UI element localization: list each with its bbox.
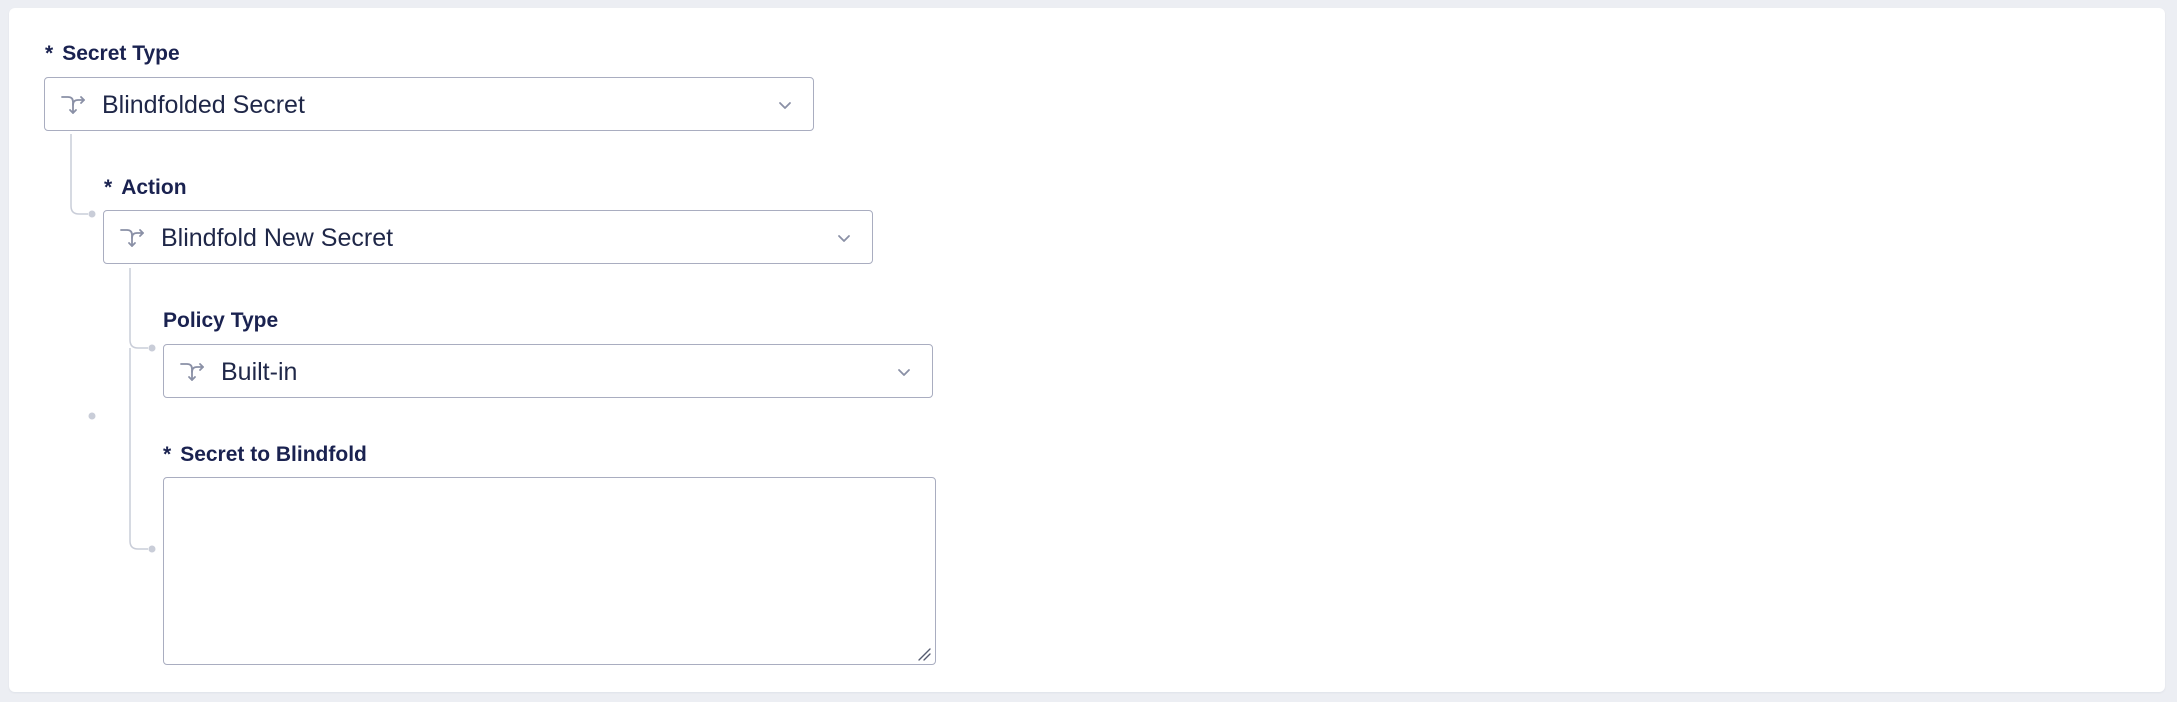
action-label: * Action	[104, 176, 187, 199]
action-select[interactable]: Blindfold New Secret	[103, 210, 873, 264]
required-mark: *	[104, 176, 113, 199]
policy-type-value: Built-in	[221, 358, 298, 386]
shuffle-arrows-icon	[61, 96, 85, 114]
secret-type-label: * Secret Type	[45, 42, 180, 65]
shuffle-arrows-icon	[180, 363, 204, 381]
chevron-down-icon[interactable]	[775, 95, 795, 115]
secret-to-blindfold-label: * Secret to Blindfold	[163, 443, 367, 466]
resize-handle-icon[interactable]	[917, 647, 931, 661]
secret-type-value: Blindfolded Secret	[102, 91, 305, 119]
shuffle-arrows-icon	[120, 229, 144, 247]
chevron-down-icon[interactable]	[894, 362, 914, 382]
required-mark: *	[45, 42, 54, 65]
required-mark: *	[163, 443, 172, 466]
policy-type-select[interactable]: Built-in	[163, 344, 933, 398]
secret-type-select[interactable]: Blindfolded Secret	[44, 77, 814, 131]
action-value: Blindfold New Secret	[161, 224, 394, 252]
policy-type-label: Policy Type	[163, 309, 279, 332]
chevron-down-icon[interactable]	[834, 228, 854, 248]
secret-to-blindfold-textarea[interactable]	[163, 477, 936, 665]
